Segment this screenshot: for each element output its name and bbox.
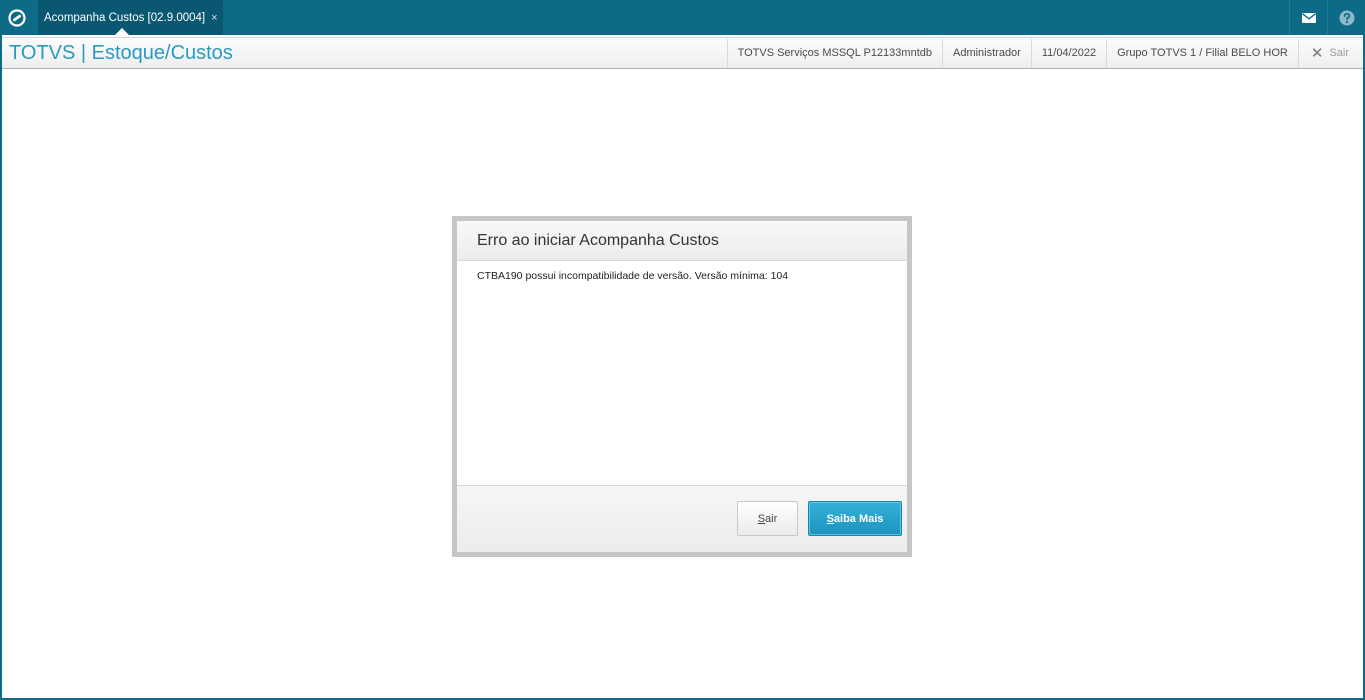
sair-button[interactable]: Sair [737,501,798,536]
dialog-message: CTBA190 possui incompatibilidade de vers… [477,270,789,282]
dialog-footer: Sair Saiba Mais [457,485,907,552]
tab-label: Acompanha Custos [02.9.0004] [44,11,206,24]
module-header: TOTVS | Estoque/Custos TOTVS Serviços MS… [2,37,1363,69]
date-info[interactable]: 11/04/2022 [1030,39,1106,67]
mail-icon[interactable] [1289,0,1327,35]
dialog-title: Erro ao iniciar Acompanha Custos [457,221,907,261]
page-title: TOTVS | Estoque/Custos [9,41,233,64]
tab-active-indicator [115,28,129,35]
environment-info[interactable]: TOTVS Serviços MSSQL P12133mntdb [726,39,942,67]
user-info[interactable]: Administrador [941,39,1031,67]
error-dialog: Erro ao iniciar Acompanha Custos CTBA190… [452,216,912,557]
saiba-mais-button[interactable]: Saiba Mais [808,501,902,536]
close-icon: ✕ [1310,44,1324,62]
top-bar: Acompanha Custos [02.9.0004] × [0,0,1365,35]
tab-acompanha-custos[interactable]: Acompanha Custos [02.9.0004] × [38,0,223,35]
app-window: Acompanha Custos [02.9.0004] × TOTVS | E… [0,0,1365,700]
tab-close-icon[interactable]: × [211,12,217,24]
totvs-logo-icon[interactable] [0,0,34,35]
help-icon[interactable] [1327,0,1365,35]
exit-label: Sair [1329,47,1349,59]
branch-info[interactable]: Grupo TOTVS 1 / Filial BELO HOR [1106,39,1298,67]
exit-button[interactable]: ✕ Sair [1297,39,1363,67]
